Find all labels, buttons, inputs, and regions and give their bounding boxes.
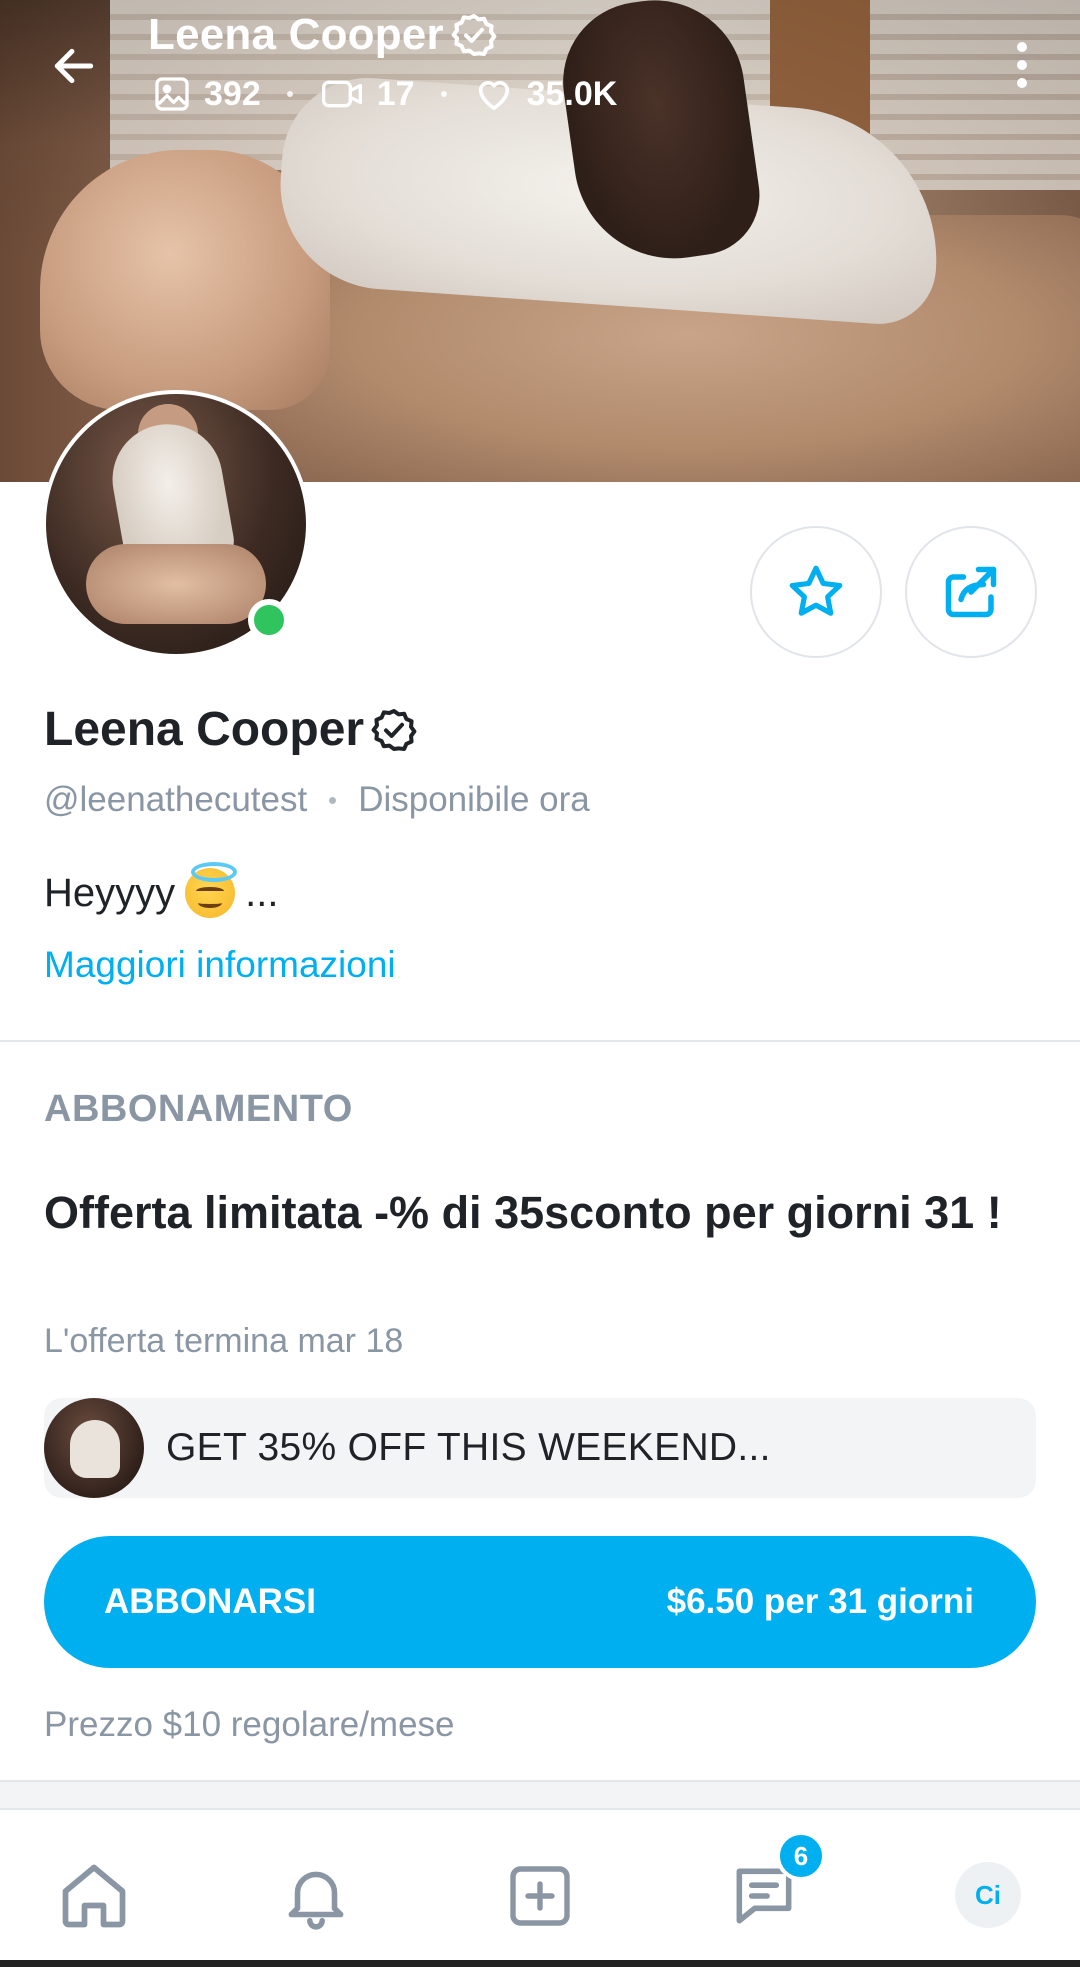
- section-divider: [0, 1040, 1080, 1042]
- promo-text: GET 35% OFF THIS WEEKEND...: [166, 1426, 771, 1469]
- cover-title: Leena Cooper: [148, 10, 498, 60]
- videos-stat: 17: [319, 74, 415, 114]
- share-icon: [945, 566, 997, 618]
- username: @leenathecutest: [44, 780, 308, 819]
- subscribe-button-label: ABBONARSI: [104, 1582, 316, 1621]
- messages-badge: 6: [776, 1831, 826, 1881]
- share-button[interactable]: [905, 526, 1037, 658]
- offer-end-date: L'offerta termina mar 18: [44, 1322, 404, 1360]
- verified-badge-icon: [451, 14, 497, 56]
- availability-status: Disponibile ora: [358, 780, 590, 819]
- subscription-section-label: ABBONAMENTO: [44, 1088, 353, 1130]
- heart-icon: [478, 81, 509, 110]
- bio-text: Heyyyy: [44, 870, 176, 915]
- cover-name: Leena Cooper: [148, 10, 444, 59]
- photos-count: 392: [204, 74, 261, 113]
- more-info-link[interactable]: Maggiori informazioni: [44, 944, 396, 986]
- promo-avatar: [44, 1398, 144, 1498]
- nav-profile-avatar[interactable]: Ci: [955, 1862, 1021, 1928]
- bio: Heyyyy ...: [44, 862, 279, 918]
- online-status-indicator: [248, 599, 290, 641]
- home-icon: [62, 1864, 126, 1928]
- likes-stat: 35.0K: [473, 74, 618, 114]
- star-icon: [789, 565, 843, 616]
- videos-count: 17: [376, 74, 415, 113]
- section-separator-band: [0, 1780, 1080, 1810]
- more-vertical-icon: [1017, 42, 1027, 88]
- nav-add-post[interactable]: [500, 1856, 580, 1936]
- subscribe-button-price: $6.50 per 31 giorni: [666, 1582, 974, 1621]
- cover-header: Leena Cooper 392 17 35.0K: [0, 0, 1080, 120]
- video-camera-icon: [321, 80, 362, 108]
- bio-ellipsis: ...: [245, 870, 279, 915]
- profile-name: Leena Cooper: [44, 702, 418, 757]
- bottom-navigation: [0, 1808, 1080, 1967]
- arrow-left-icon: [54, 48, 94, 84]
- nav-home[interactable]: [54, 1856, 134, 1936]
- photos-stat: 392: [152, 74, 261, 114]
- avatar-figure-legs: [86, 544, 266, 624]
- more-options-button[interactable]: [996, 30, 1048, 100]
- image-icon: [155, 77, 189, 111]
- favorite-button[interactable]: [750, 526, 882, 658]
- handle-row: @leenathecutest Disponibile ora: [44, 780, 590, 820]
- cover-stats: 392 17 35.0K: [152, 74, 617, 114]
- subscribe-button[interactable]: ABBONARSI $6.50 per 31 giorni: [44, 1536, 1036, 1668]
- offer-title: Offerta limitata -% di 35sconto per gior…: [44, 1187, 1002, 1238]
- back-button[interactable]: [44, 36, 104, 96]
- regular-price: Prezzo $10 regolare/mese: [44, 1705, 455, 1744]
- nav-notifications[interactable]: [276, 1856, 356, 1936]
- stats-separator: [286, 91, 293, 97]
- verified-badge-icon: [371, 708, 417, 751]
- plus-square-icon: [510, 1866, 570, 1926]
- handle-separator: [329, 796, 337, 804]
- system-home-indicator-bar: [0, 1960, 1080, 1967]
- stats-separator: [440, 91, 447, 97]
- promo-message[interactable]: GET 35% OFF THIS WEEKEND...: [44, 1398, 1036, 1498]
- likes-count: 35.0K: [526, 74, 618, 113]
- bell-icon: [288, 1871, 344, 1930]
- profile-name-text: Leena Cooper: [44, 703, 365, 756]
- smiling-halo-emoji-icon: [185, 862, 238, 918]
